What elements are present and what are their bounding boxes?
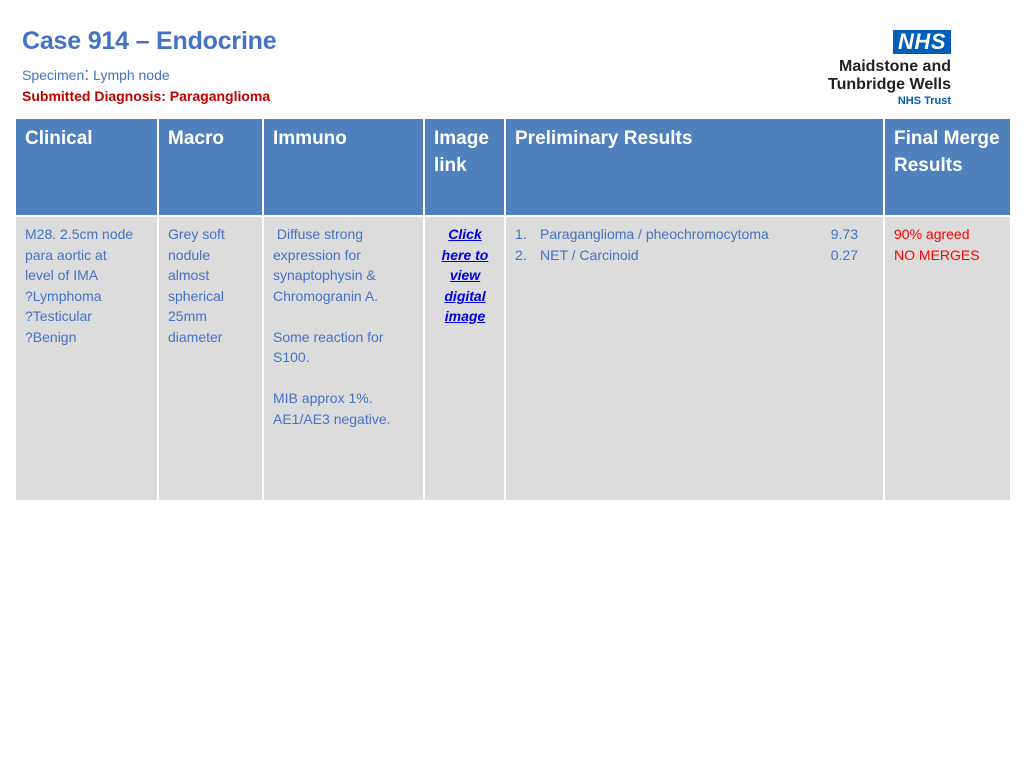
specimen-value: Lymph node — [89, 67, 170, 83]
link-text-line[interactable]: view — [434, 265, 496, 286]
link-text-line[interactable]: Click — [434, 224, 496, 245]
specimen-label: Specimen — [22, 67, 85, 83]
header-macro: Macro — [157, 117, 264, 217]
org-name-line2: Tunbridge Wells — [828, 76, 951, 93]
digital-image-link[interactable]: Click here to view digital image — [434, 224, 496, 327]
list-item: 1. Paraganglioma / pheochromocytoma 9.73 — [515, 224, 858, 245]
macro-line: diameter — [168, 328, 223, 345]
clinical-line: para aortic at — [25, 246, 107, 263]
header-preliminary-results: Preliminary Results — [504, 117, 885, 217]
result-number: 1. — [515, 226, 527, 242]
case-table: Clinical Macro Immuno Image link Prelimi… — [14, 117, 1012, 502]
link-text-line[interactable]: digital — [434, 286, 496, 307]
immuno-spacer — [273, 306, 415, 327]
immuno-spacer — [273, 368, 415, 389]
cell-immuno: Diffuse strong expression for synaptophy… — [262, 215, 425, 502]
result-label: Paraganglioma / pheochromocytoma — [540, 226, 769, 242]
cell-image-link: Click here to view digital image — [423, 215, 506, 502]
result-label-group: 2. NET / Carcinoid — [515, 245, 639, 266]
org-subtitle: NHS Trust — [897, 95, 951, 107]
clinical-line: ?Lymphoma — [25, 287, 102, 304]
clinical-line: M28. 2.5cm node — [25, 226, 134, 242]
cell-macro: Grey soft nodule almost spherical 25mm d… — [157, 215, 264, 502]
nhs-badge: NHS — [893, 30, 951, 54]
cell-final-merge-results: 90% agreed NO MERGES — [883, 215, 1012, 502]
header-final-merge-results: Final Merge Results — [883, 117, 1012, 217]
table-row: M28. 2.5cm node para aortic at level of … — [14, 215, 1012, 502]
cell-clinical: M28. 2.5cm node para aortic at level of … — [14, 215, 159, 502]
result-score: 0.27 — [830, 246, 858, 263]
final-merges: NO MERGES — [894, 246, 980, 263]
slide: Case 914 – Endocrine Specimen: Lymph nod… — [0, 0, 1024, 768]
header-clinical: Clinical — [14, 117, 159, 217]
result-label-group: 1. Paraganglioma / pheochromocytoma — [515, 224, 769, 245]
org-name-line1: Maidstone and — [838, 58, 951, 75]
link-text-line[interactable]: here to — [434, 245, 496, 266]
result-score: 9.73 — [830, 226, 858, 242]
immuno-paragraph-3: MIB approx 1%. AE1/AE3 negative. — [273, 390, 391, 427]
link-text-line[interactable]: image — [434, 306, 496, 327]
clinical-line: ?Testicular — [25, 308, 92, 324]
cell-preliminary-results: 1. Paraganglioma / pheochromocytoma 9.73 … — [504, 215, 885, 502]
header-immuno: Immuno — [262, 117, 425, 217]
final-agreement: 90% agreed — [894, 226, 970, 242]
preliminary-results-list: 1. Paraganglioma / pheochromocytoma 9.73 … — [515, 224, 875, 265]
list-item: 2. NET / Carcinoid 0.27 — [515, 245, 858, 266]
macro-line: spherical — [168, 287, 225, 304]
result-label: NET / Carcinoid — [540, 246, 639, 263]
clinical-line: ?Benign — [25, 328, 77, 345]
table-header-row: Clinical Macro Immuno Image link Prelimi… — [14, 117, 1012, 217]
clinical-line: level of IMA — [25, 267, 99, 283]
result-number: 2. — [515, 246, 527, 263]
nhs-trust-logo: NHS Maidstone and Tunbridge Wells NHS Tr… — [731, 30, 951, 108]
immuno-paragraph-1: Diffuse strong expression for synaptophy… — [273, 226, 380, 304]
specimen-line: Specimen: Lymph node — [22, 64, 170, 85]
macro-line: almost — [168, 267, 210, 283]
macro-line: 25mm — [168, 308, 207, 324]
macro-line: Grey soft — [168, 226, 225, 242]
page-title: Case 914 – Endocrine — [22, 27, 277, 55]
header-image-link: Image link — [423, 117, 506, 217]
immuno-paragraph-2: Some reaction for S100. — [273, 328, 384, 366]
submitted-diagnosis: Submitted Diagnosis: Paraganglioma — [22, 88, 271, 104]
macro-line: nodule — [168, 246, 211, 263]
